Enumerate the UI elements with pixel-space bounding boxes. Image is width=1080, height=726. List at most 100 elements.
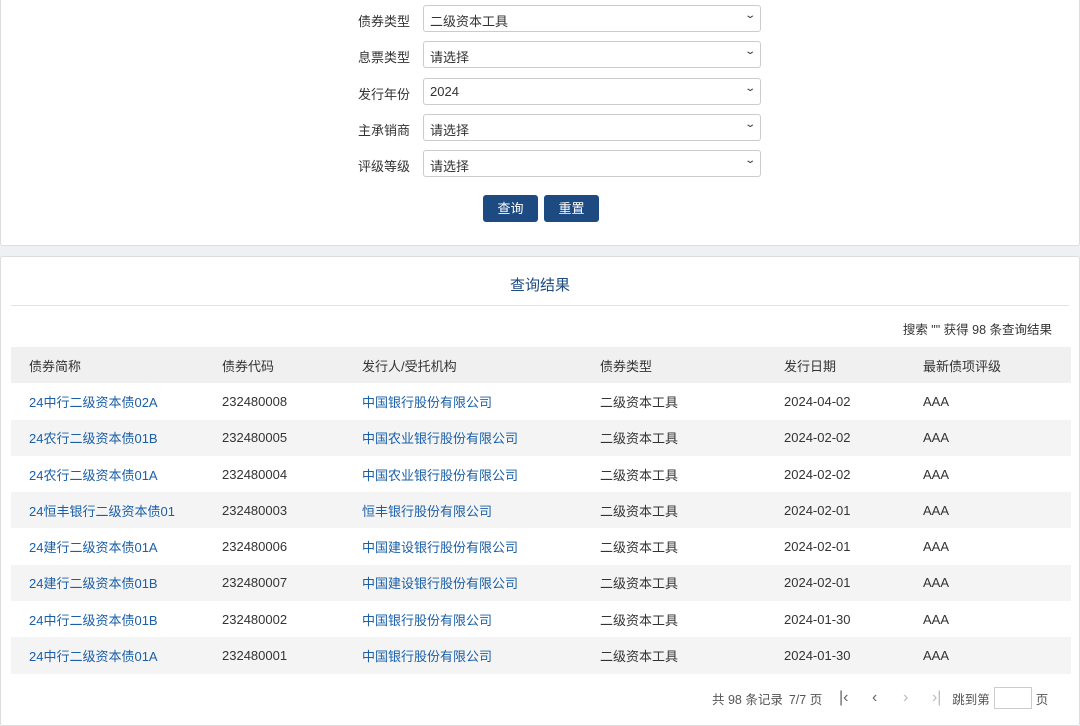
form-row: 评级等级 请选择 ⌄ xyxy=(341,150,761,178)
query-button[interactable]: 查询 xyxy=(483,195,538,222)
page-indicator: 7/7 页 xyxy=(788,692,823,707)
table-cell: AAA xyxy=(923,419,1071,456)
reset-button[interactable]: 重置 xyxy=(544,195,599,222)
bond-link[interactable]: 24农行二级资本债01B xyxy=(29,431,158,446)
table-cell: AAA xyxy=(923,611,950,627)
table-cell: 2024-02-01 xyxy=(784,492,923,529)
form-row: 息票类型 请选择 ⌄ xyxy=(341,41,761,69)
field-label: 发行年份 xyxy=(357,86,410,102)
issuer-link[interactable]: 中国农业银行股份有限公司 xyxy=(362,431,518,446)
column-header: 债券代码 xyxy=(222,347,362,384)
table-cell: 中国农业银行股份有限公司 xyxy=(362,419,600,456)
column-header: 发行日期 xyxy=(784,347,923,384)
table-cell: 24中行二级资本债02A xyxy=(11,383,222,419)
chevron-down-icon: ⌄ xyxy=(743,46,756,58)
table-cell: 中国银行股份有限公司 xyxy=(362,383,600,419)
field-label: 债券类型 xyxy=(357,14,410,29)
table-cell: 二级资本工具 xyxy=(600,612,679,628)
table-cell: 2024-02-01 xyxy=(784,539,851,555)
table-cell: 2024-02-01 xyxy=(784,564,923,602)
issuer-link[interactable]: 中国银行股份有限公司 xyxy=(362,649,492,664)
table-cell: AAA xyxy=(923,637,1071,674)
table-row: 24恒丰银行二级资本债01 232480003 恒丰银行股份有限公司 二级资本工具 20… xyxy=(11,492,1071,529)
table-cell: AAA xyxy=(923,466,950,482)
table-cell: 二级资本工具 xyxy=(600,394,679,410)
next-page-icon[interactable]: › xyxy=(890,689,921,707)
field-label: 主承销商 xyxy=(357,122,410,138)
bond-link[interactable]: 24农行二级资本债01A xyxy=(29,468,158,483)
table-cell: 中国银行股份有限公司 xyxy=(362,601,600,637)
select-value: 2024 xyxy=(430,83,459,99)
results-summary: 搜索 "" 获得 98 条查询结果 xyxy=(902,323,1052,337)
table-cell: 中国建设银行股份有限公司 xyxy=(362,528,600,564)
table-row: 24农行二级资本债01A 232480004 中国农业银行股份有限公司 二级资本工具 2… xyxy=(11,456,1071,492)
table-cell: AAA xyxy=(923,539,950,555)
field-select[interactable]: 2024 ⌄ xyxy=(423,77,761,105)
table-cell: 中国银行股份有限公司 xyxy=(362,637,600,674)
results-title: 查询结果 xyxy=(11,257,1069,306)
table-cell: 232480008 xyxy=(222,393,288,409)
chevron-down-icon: ⌄ xyxy=(743,82,756,94)
table-cell: 二级资本工具 xyxy=(600,492,784,529)
issuer-link[interactable]: 中国建设银行股份有限公司 xyxy=(362,576,518,591)
issuer-link[interactable]: 恒丰银行股份有限公司 xyxy=(362,504,492,519)
table-row: 24建行二级资本债01A 232480006 中国建设银行股份有限公司 二级资本工具 2… xyxy=(11,528,1071,564)
first-page-icon[interactable]: |‹ xyxy=(828,689,859,707)
bond-link[interactable]: 24中行二级资本债01A xyxy=(29,649,158,664)
table-cell: 24中行二级资本债01B xyxy=(11,601,222,637)
select-value: 请选择 xyxy=(430,159,470,175)
results-table: 债券简称 债券代码 发行人/受托机构 债券类型 发行日期 最新债项评级 24中行二级资本债… xyxy=(11,347,1071,674)
jump-page-input[interactable] xyxy=(993,687,1032,709)
table-cell: 2024-01-30 xyxy=(784,611,851,627)
form-row: 发行年份 2024 ⌄ xyxy=(341,77,761,105)
search-form-panel: 债券类型 二级资本工具 ⌄ 息票类型 请选择 ⌄ 发行年份 2024 ⌄ 主承销商 请选择 ⌄… xyxy=(0,0,1080,246)
bond-link[interactable]: 24建行二级资本债01A xyxy=(29,540,158,555)
chevron-down-icon: ⌄ xyxy=(743,10,756,21)
table-cell: 232480001 xyxy=(222,637,362,674)
table-cell: 232480004 xyxy=(222,466,288,482)
form-row: 主承销商 请选择 ⌄ xyxy=(341,113,761,141)
field-select[interactable]: 二级资本工具 ⌄ xyxy=(423,5,761,32)
table-cell: 二级资本工具 xyxy=(600,637,784,674)
jump-label: 跳到第 xyxy=(952,692,990,707)
issuer-link[interactable]: 中国建设银行股份有限公司 xyxy=(362,540,518,555)
column-header: 债券类型 xyxy=(600,347,784,384)
table-cell: 232480002 xyxy=(222,611,288,627)
column-header: 最新债项评级 xyxy=(923,347,1071,384)
table-cell: 2024-02-02 xyxy=(784,466,851,482)
field-select[interactable]: 请选择 ⌄ xyxy=(423,113,761,141)
issuer-link[interactable]: 中国农业银行股份有限公司 xyxy=(362,468,518,483)
bond-link[interactable]: 24中行二级资本债01B xyxy=(29,613,158,628)
table-cell: 24建行二级资本债01A xyxy=(11,528,222,564)
table-cell: 2024-04-02 xyxy=(784,393,851,409)
last-page-icon[interactable]: ›| xyxy=(921,689,952,707)
select-value: 请选择 xyxy=(430,50,470,66)
prev-page-icon[interactable]: ‹ xyxy=(859,689,890,707)
field-select[interactable]: 请选择 ⌄ xyxy=(423,41,761,69)
table-cell: 24农行二级资本债01A xyxy=(11,456,222,492)
table-row: 24中行二级资本债01A 232480001 中国银行股份有限公司 二级资本工具 202… xyxy=(11,637,1071,674)
table-cell: 24恒丰银行二级资本债01 xyxy=(11,492,222,529)
issuer-link[interactable]: 中国银行股份有限公司 xyxy=(362,395,492,410)
table-cell: 二级资本工具 xyxy=(600,564,784,602)
bond-link[interactable]: 24建行二级资本债01B xyxy=(29,576,158,591)
bond-link[interactable]: 24恒丰银行二级资本债01 xyxy=(29,504,175,519)
table-cell: 二级资本工具 xyxy=(600,467,679,483)
table-row: 24中行二级资本债02A 232480008 中国银行股份有限公司 二级资本工具 202… xyxy=(11,383,1071,419)
table-cell: 232480006 xyxy=(222,539,288,555)
pagination: 共 98 条记录 7/7 页 |‹ ‹ › ›| 跳到第 页 xyxy=(712,686,1054,710)
page-suffix: 页 xyxy=(1035,692,1049,707)
table-cell: AAA xyxy=(923,492,1071,529)
issuer-link[interactable]: 中国银行股份有限公司 xyxy=(362,613,492,628)
field-select[interactable]: 请选择 ⌄ xyxy=(423,150,761,178)
table-cell: 2024-02-02 xyxy=(784,419,923,456)
table-cell: 中国建设银行股份有限公司 xyxy=(362,564,600,602)
select-value: 请选择 xyxy=(430,122,470,138)
form-row: 债券类型 二级资本工具 ⌄ xyxy=(341,5,761,32)
bond-link[interactable]: 24中行二级资本债02A xyxy=(29,395,158,410)
column-header: 债券简称 xyxy=(11,347,222,384)
table-cell: 232480003 xyxy=(222,492,362,529)
table-cell: AAA xyxy=(923,564,1071,602)
table-cell: 二级资本工具 xyxy=(600,540,679,556)
total-records: 共 98 条记录 xyxy=(712,692,783,707)
